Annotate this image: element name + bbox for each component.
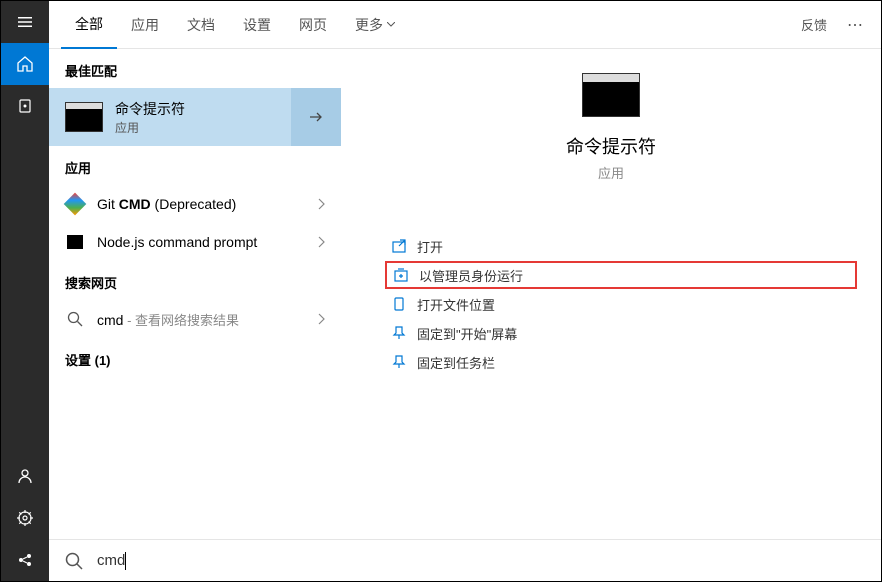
result-node-cmd[interactable]: Node.js command prompt [49,223,341,261]
cmd-icon [65,102,103,132]
chevron-right-icon [317,236,325,248]
sidebar [1,1,49,581]
documents-button[interactable] [1,85,49,127]
chevron-right-icon [317,313,325,325]
tab-more-label: 更多 [355,15,383,35]
section-settings: 设置 (1) [49,338,341,377]
hamburger-menu[interactable] [1,1,49,43]
tab-more[interactable]: 更多 [341,1,409,49]
result-git-label: Git CMD (Deprecated) [97,196,317,212]
feedback-link[interactable]: 反馈 [795,15,833,34]
preview-cmd-icon [582,73,640,117]
tab-web[interactable]: 网页 [285,1,341,49]
action-pin-taskbar[interactable]: 固定到任务栏 [385,348,857,376]
chevron-right-icon [317,198,325,210]
action-location-label: 打开文件位置 [417,295,495,314]
tab-docs[interactable]: 文档 [173,1,229,49]
search-icon [67,311,83,327]
folder-icon [391,296,407,312]
best-match-title: 命令提示符 [115,99,291,119]
settings-button[interactable] [1,497,49,539]
action-run-admin[interactable]: 以管理员身份运行 [385,261,857,289]
preview-sub: 应用 [598,163,624,182]
best-match-expand[interactable] [291,88,341,146]
result-node-label: Node.js command prompt [97,234,317,250]
search-input[interactable]: cmd [97,552,865,570]
best-match-sub: 应用 [115,119,291,136]
chevron-down-icon [387,22,395,27]
section-search-web: 搜索网页 [49,261,341,300]
share-button[interactable] [1,539,49,581]
result-git-cmd[interactable]: Git CMD (Deprecated) [49,185,341,223]
best-match-item[interactable]: 命令提示符 应用 [49,88,341,146]
user-button[interactable] [1,455,49,497]
preview-panel: 命令提示符 应用 打开 以管理员身份运行 [341,49,881,539]
result-web-label: cmd - 查看网络搜索结果 [97,310,317,329]
action-open-location[interactable]: 打开文件位置 [385,290,857,318]
section-apps: 应用 [49,146,341,185]
action-pin-taskbar-label: 固定到任务栏 [417,353,495,372]
arrow-right-icon [308,109,324,125]
tab-all[interactable]: 全部 [61,1,117,49]
search-value: cmd [97,552,125,569]
tab-apps[interactable]: 应用 [117,1,173,49]
search-icon [65,552,83,570]
section-best-match: 最佳匹配 [49,49,341,88]
git-icon [64,193,87,216]
pin-start-icon [391,325,407,341]
action-open[interactable]: 打开 [385,232,857,260]
result-web-cmd[interactable]: cmd - 查看网络搜索结果 [49,300,341,338]
open-icon [391,238,407,254]
pin-taskbar-icon [391,354,407,370]
action-pin-start-label: 固定到"开始"屏幕 [417,324,517,343]
more-options[interactable]: ⋯ [841,15,869,35]
search-bar: cmd [49,539,881,581]
tab-settings[interactable]: 设置 [229,1,285,49]
admin-icon [393,267,409,283]
action-open-label: 打开 [417,237,443,256]
action-pin-start[interactable]: 固定到"开始"屏幕 [385,319,857,347]
tabs-bar: 全部 应用 文档 设置 网页 更多 反馈 ⋯ [49,1,881,49]
action-admin-label: 以管理员身份运行 [419,266,523,285]
home-button[interactable] [1,43,49,85]
results-panel: 最佳匹配 命令提示符 应用 应用 Git CMD [49,49,341,539]
preview-title: 命令提示符 [566,133,656,159]
terminal-icon [67,235,83,249]
